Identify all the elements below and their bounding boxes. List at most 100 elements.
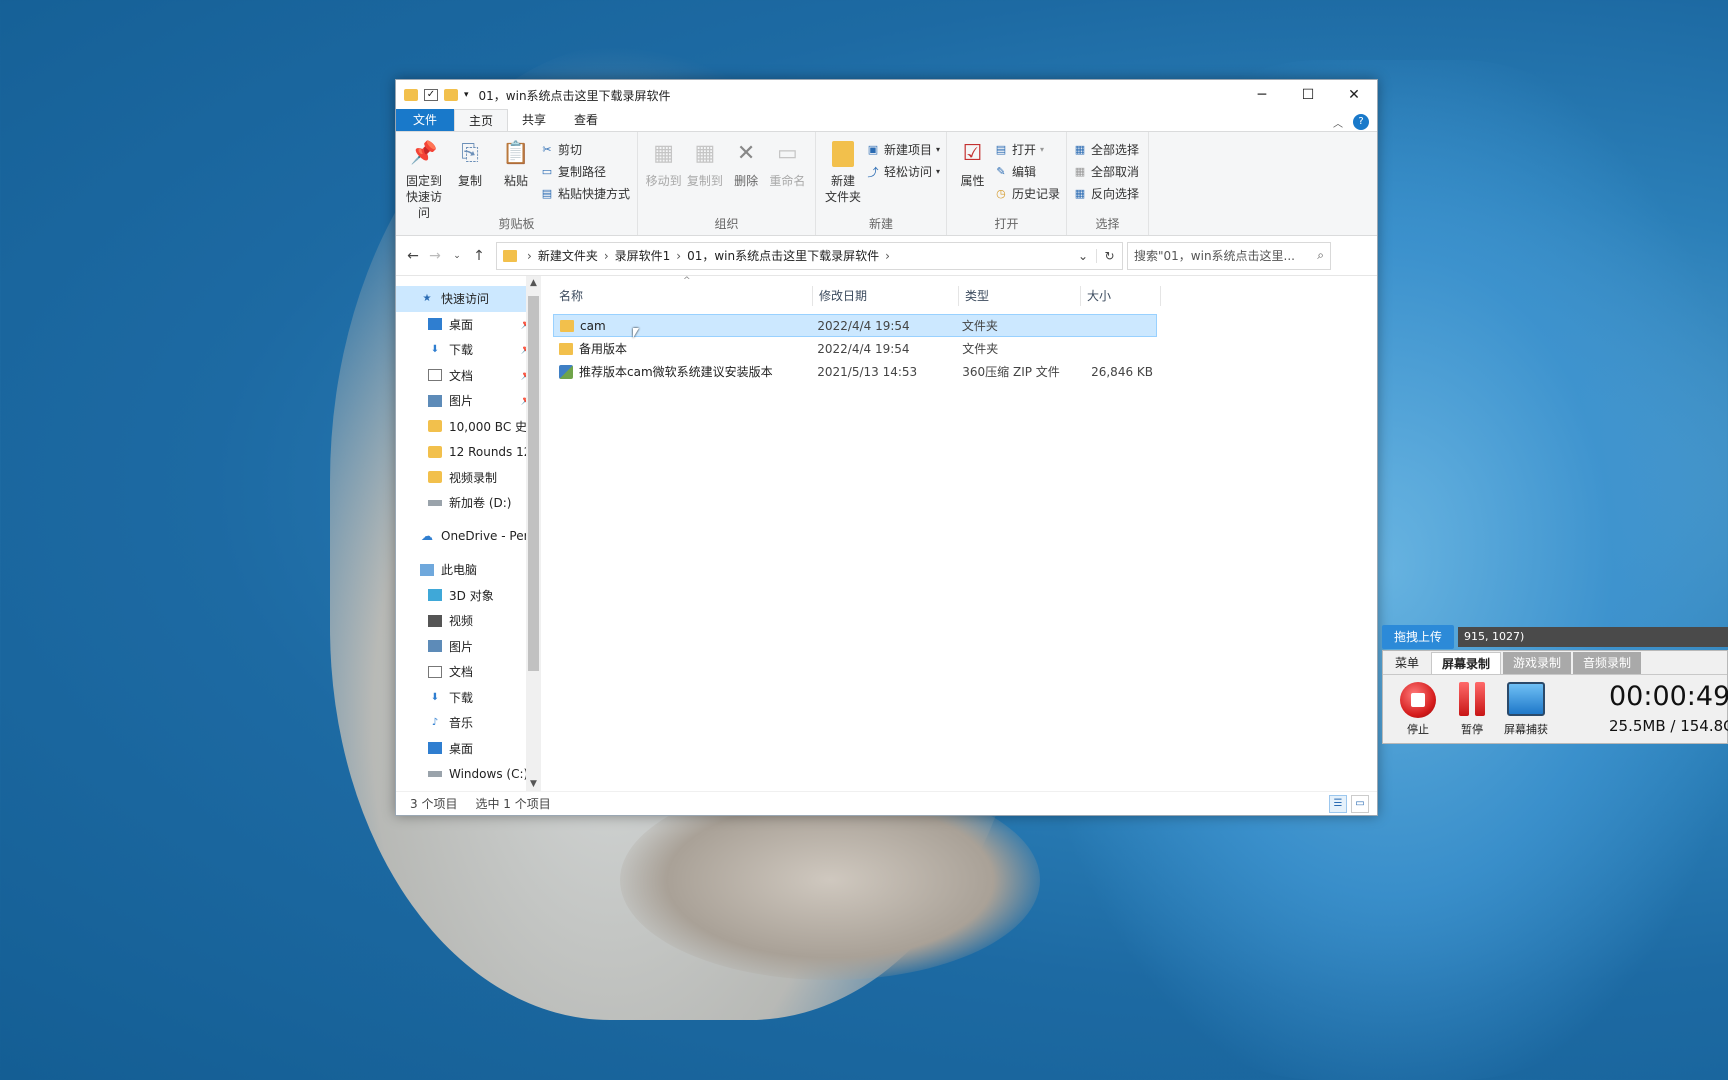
refresh-icon[interactable]: ↻ xyxy=(1096,248,1122,263)
forward-arrow-icon[interactable]: → xyxy=(424,248,446,264)
nav-item-downloads[interactable]: ⬇ 下载 xyxy=(396,685,541,711)
column-date[interactable]: 修改日期 xyxy=(813,286,959,306)
organize-group-label: 组织 xyxy=(714,217,739,231)
nav-item-drive-c[interactable]: Windows (C:) xyxy=(396,761,541,787)
selected-count: 选中 1 个项目 xyxy=(475,797,551,811)
breadcrumb-chevron-icon[interactable]: › xyxy=(885,249,890,263)
nav-item-music[interactable]: ♪ 音乐 xyxy=(396,710,541,736)
tab-game-record[interactable]: 游戏录制 xyxy=(1503,652,1572,674)
nav-quick-access[interactable]: ★ 快速访问 xyxy=(396,286,541,312)
new-item-icon: ▣ xyxy=(867,143,879,156)
nav-item-folder[interactable]: 视频录制 xyxy=(396,465,541,491)
paste-icon: 📋 xyxy=(502,141,530,166)
easy-access-button[interactable]: ⤴ 轻松访问 ▾ xyxy=(866,162,940,181)
desktop-icon xyxy=(428,318,442,331)
drag-upload-button[interactable]: 拖拽上传 xyxy=(1382,625,1455,649)
invert-selection-button[interactable]: ▦ 反向选择 xyxy=(1073,184,1139,203)
group-open: ☑ 属性 ▤ 打开 ▾ ✎ 编辑 ◷ 历史记录 打开 xyxy=(947,132,1067,235)
nav-item-documents[interactable]: 文档 xyxy=(396,659,541,685)
file-row[interactable]: cam 2022/4/4 19:54 文件夹 xyxy=(553,314,1157,337)
clipboard-group-label: 剪贴板 xyxy=(498,217,535,231)
breadcrumb-item[interactable]: 录屏软件1 xyxy=(615,247,671,264)
file-row[interactable]: 备用版本 2022/4/4 19:54 文件夹 xyxy=(553,337,1157,360)
star-icon: ★ xyxy=(422,293,432,305)
breadcrumb-chevron-icon[interactable]: › xyxy=(604,249,609,263)
document-icon xyxy=(428,369,442,382)
nav-item-desktop[interactable]: 桌面📌 xyxy=(396,312,541,338)
tab-menu[interactable]: 菜单 xyxy=(1385,652,1429,674)
collapse-ribbon-icon[interactable]: ︿ xyxy=(1333,115,1343,130)
column-headers: ^ 名称 修改日期 类型 大小 xyxy=(553,276,1377,310)
nav-item-downloads[interactable]: ⬇下载📌 xyxy=(396,337,541,363)
history-button[interactable]: ◷ 历史记录 xyxy=(994,184,1060,203)
large-icons-view-icon[interactable]: ▭ xyxy=(1351,795,1369,813)
breadcrumb-item[interactable]: 01，win系统点击这里下载录屏软件 xyxy=(687,247,879,264)
download-arrow-icon: ⬇ xyxy=(430,691,440,703)
details-view-icon[interactable]: ☰ xyxy=(1329,795,1347,813)
recent-locations-chevron-icon[interactable]: ⌄ xyxy=(446,251,468,261)
file-row[interactable]: 推荐版本cam微软系统建议安装版本 2021/5/13 14:53 360压缩 … xyxy=(553,360,1157,383)
group-new: 新建 文件夹 ▣ 新建项目 ▾ ⤴ 轻松访问 ▾ 新建 xyxy=(816,132,947,235)
new-folder-icon xyxy=(829,138,857,170)
properties-check-icon[interactable]: ✓ xyxy=(424,89,438,101)
scrollbar-thumb[interactable] xyxy=(528,296,539,671)
nav-item-documents[interactable]: 文档📌 xyxy=(396,363,541,389)
tab-audio-record[interactable]: 音频录制 xyxy=(1573,652,1642,674)
new-item-button[interactable]: ▣ 新建项目 ▾ xyxy=(866,140,940,159)
nav-onedrive[interactable]: ☁ OneDrive - Perso xyxy=(396,524,541,550)
nav-item-pictures[interactable]: 图片📌 xyxy=(396,388,541,414)
tab-home[interactable]: 主页 xyxy=(454,109,509,131)
file-date: 2022/4/4 19:54 xyxy=(817,341,910,356)
nav-scrollbar[interactable]: ▲ ▼ xyxy=(526,276,541,791)
nav-label: 此电脑 xyxy=(441,563,478,578)
tab-view[interactable]: 查看 xyxy=(560,109,612,131)
nav-label: 下载 xyxy=(449,343,474,358)
nav-label: 3D 对象 xyxy=(449,588,494,603)
maximize-button[interactable]: ☐ xyxy=(1285,80,1331,110)
nav-item-folder[interactable]: 12 Rounds 12回 xyxy=(396,439,541,465)
cut-button[interactable]: ✂ 剪切 xyxy=(540,140,630,159)
tab-share[interactable]: 共享 xyxy=(508,109,560,131)
chevron-down-icon[interactable]: ▾ xyxy=(464,90,469,100)
nav-item-3d-objects[interactable]: 3D 对象 xyxy=(396,583,541,609)
nav-item-desktop[interactable]: 桌面 xyxy=(396,736,541,762)
tab-file[interactable]: 文件 xyxy=(396,109,454,131)
up-arrow-icon[interactable]: ↑ xyxy=(468,248,490,264)
nav-item-folder[interactable]: 10,000 BC 史前- xyxy=(396,414,541,440)
paste-shortcut-button[interactable]: ▤ 粘贴快捷方式 xyxy=(540,184,630,203)
address-bar[interactable]: › 新建文件夹 › 录屏软件1 › 01，win系统点击这里下载录屏软件 › ⌄… xyxy=(496,241,1123,270)
column-name[interactable]: 名称 xyxy=(553,286,813,306)
copy-path-button[interactable]: ▭ 复制路径 xyxy=(540,162,630,181)
screen-capture-button[interactable]: 屏幕捕获 xyxy=(1499,681,1553,737)
nav-this-pc[interactable]: 此电脑 xyxy=(396,557,541,583)
select-none-button[interactable]: ▦ 全部取消 xyxy=(1073,162,1139,181)
copy-to-label: 复制到 xyxy=(686,174,723,188)
breadcrumb-item[interactable]: 新建文件夹 xyxy=(538,247,598,264)
open-button[interactable]: ▤ 打开 ▾ xyxy=(994,140,1060,159)
breadcrumb-chevron-icon[interactable]: › xyxy=(676,249,681,263)
column-type[interactable]: 类型 xyxy=(959,286,1081,306)
chevron-down-icon: ▾ xyxy=(935,167,940,176)
minimize-button[interactable]: ─ xyxy=(1239,80,1285,110)
pause-button[interactable]: 暂停 xyxy=(1445,681,1499,737)
select-all-button[interactable]: ▦ 全部选择 xyxy=(1073,140,1139,159)
drive-icon xyxy=(428,499,442,506)
column-size[interactable]: 大小 xyxy=(1081,286,1161,306)
tab-screen-record[interactable]: 屏幕录制 xyxy=(1431,652,1502,674)
recording-timer: 00:00:49 xyxy=(1609,681,1728,712)
cut-label: 剪切 xyxy=(558,143,583,157)
new-folder-icon[interactable] xyxy=(444,89,458,101)
back-arrow-icon[interactable]: ← xyxy=(402,248,424,264)
stop-button[interactable]: 停止 xyxy=(1391,681,1445,737)
scroll-down-arrow-icon[interactable]: ▼ xyxy=(526,779,541,789)
address-history-chevron-icon[interactable]: ⌄ xyxy=(1070,249,1096,263)
edit-button[interactable]: ✎ 编辑 xyxy=(994,162,1060,181)
nav-item-videos[interactable]: 视频 xyxy=(396,608,541,634)
nav-item-pictures[interactable]: 图片 xyxy=(396,634,541,660)
title-bar[interactable]: ✓ ▾ 01，win系统点击这里下载录屏软件 ─ ☐ ✕ xyxy=(396,80,1377,110)
help-icon[interactable]: ? xyxy=(1353,114,1369,130)
nav-item-drive-d[interactable]: 新加卷 (D:) xyxy=(396,490,541,516)
scroll-up-arrow-icon[interactable]: ▲ xyxy=(526,278,541,288)
search-input[interactable]: 搜索"01，win系统点击这里... ⌕ xyxy=(1127,241,1331,270)
close-button[interactable]: ✕ xyxy=(1331,80,1377,110)
